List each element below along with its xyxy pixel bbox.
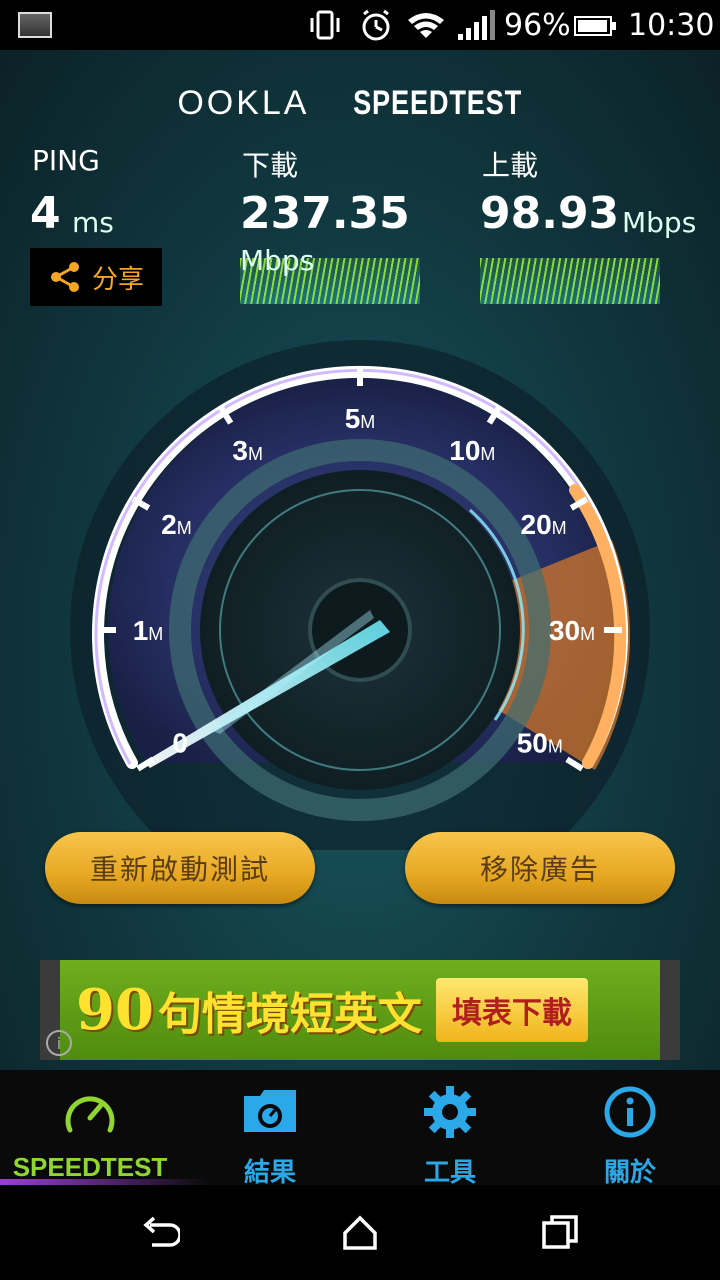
remove-ads-button[interactable]: 移除廣告 xyxy=(405,832,675,904)
gear-icon xyxy=(424,1086,476,1138)
status-bar: 96% 10:30 xyxy=(0,0,720,50)
tab-tools[interactable]: 工具 xyxy=(360,1070,540,1188)
tab-about-label: 關於 xyxy=(603,1158,656,1188)
upload-graph xyxy=(480,258,660,304)
share-icon xyxy=(50,262,79,292)
ad-cta-button[interactable]: 填表下載 xyxy=(435,978,588,1042)
ad-info-icon[interactable]: i xyxy=(46,1030,72,1056)
speedtest-screen: OOKLA SPEEDTEST PING 4 ms 分享 下載 237.35 Mb… xyxy=(0,50,720,1070)
clock: 10:30 xyxy=(628,8,715,43)
gallery-notification-icon xyxy=(18,12,52,38)
speed-gauge: 01M2M3M5M10M20M30M50M xyxy=(70,340,650,850)
home-icon[interactable] xyxy=(340,1213,380,1253)
tab-about[interactable]: 關於 xyxy=(540,1070,720,1188)
battery-percent: 96% xyxy=(504,8,571,43)
info-icon xyxy=(604,1086,656,1138)
system-nav-bar xyxy=(0,1185,720,1280)
tab-tools-label: 工具 xyxy=(423,1158,476,1188)
ad-text: 句情境短英文 xyxy=(157,989,422,1040)
tab-results[interactable]: 結果 xyxy=(180,1070,360,1188)
tab-speedtest-label: SPEEDTEST xyxy=(12,1152,168,1182)
upload-label: 上載 xyxy=(482,149,539,182)
share-button[interactable]: 分享 xyxy=(30,248,162,306)
recent-apps-icon[interactable] xyxy=(540,1213,580,1253)
tab-results-label: 結果 xyxy=(243,1158,296,1188)
ad-number: 90 xyxy=(76,977,154,1043)
download-value: 237.35 xyxy=(240,188,410,239)
signal-icon xyxy=(458,10,495,40)
folder-icon xyxy=(244,1090,296,1132)
ad-banner[interactable]: 90 句情境短英文 填表下載 i xyxy=(40,960,680,1060)
vibrate-icon xyxy=(310,10,340,40)
upload-unit: Mbps xyxy=(622,206,697,239)
back-icon[interactable] xyxy=(140,1213,180,1253)
wifi-icon xyxy=(408,13,444,38)
battery-icon xyxy=(574,16,616,36)
status-icons xyxy=(310,9,495,41)
ping-unit: ms xyxy=(72,206,114,239)
download-label: 下載 xyxy=(242,149,299,182)
alarm-icon xyxy=(362,9,390,41)
gauge-tick-label: 0 xyxy=(172,727,188,758)
gauge-icon xyxy=(65,1096,115,1133)
ping-value: 4 xyxy=(30,188,61,239)
app-logo: OOKLA SPEEDTEST xyxy=(177,84,522,122)
download-unit: Mbps xyxy=(240,244,315,277)
share-label: 分享 xyxy=(91,264,144,295)
bottom-tab-bar: SPEEDTEST 結果 工具 關於 xyxy=(0,1070,720,1188)
tab-speedtest[interactable]: SPEEDTEST xyxy=(0,1070,210,1185)
upload-value: 98.93 xyxy=(480,188,620,239)
restart-test-button[interactable]: 重新啟動測試 xyxy=(45,832,315,904)
ping-label: PING xyxy=(32,144,100,177)
